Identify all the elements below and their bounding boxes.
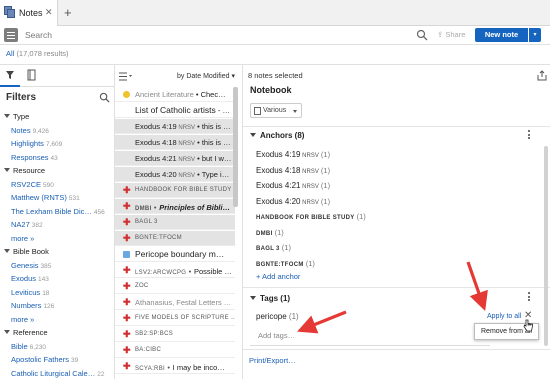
hand-cursor-icon xyxy=(523,319,533,332)
arrow-to-apply-all xyxy=(466,261,488,312)
annotation-arrows xyxy=(297,261,488,334)
arrow-to-add-tags xyxy=(297,310,347,334)
